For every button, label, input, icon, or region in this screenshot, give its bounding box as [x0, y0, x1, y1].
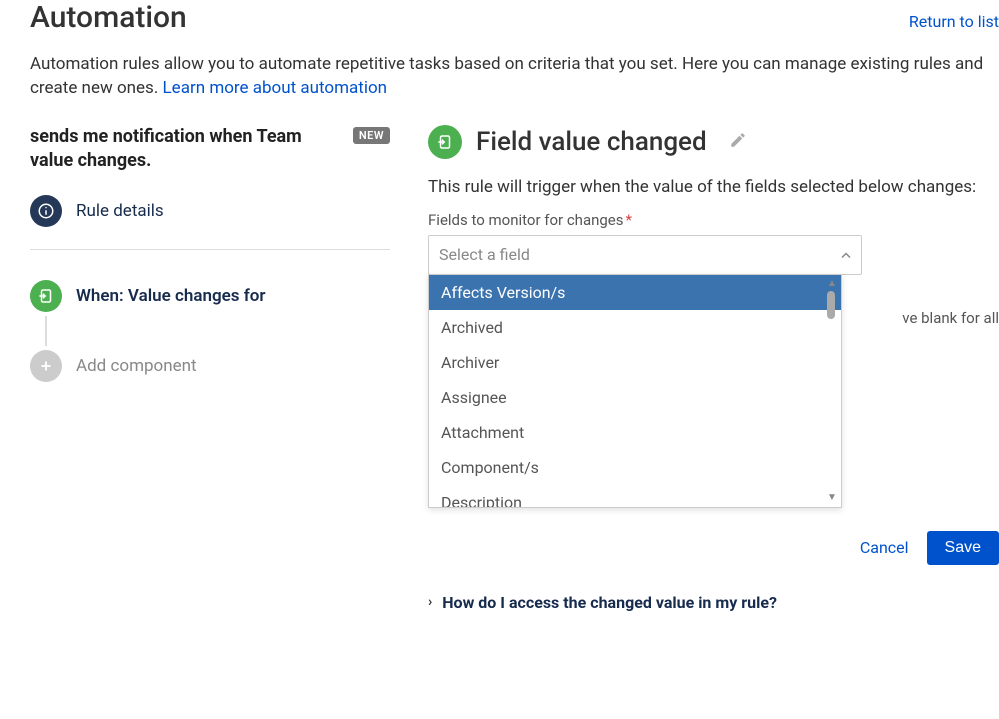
fields-to-monitor-label: Fields to monitor for changes* — [428, 211, 999, 229]
step-connector — [45, 316, 47, 346]
save-button[interactable]: Save — [927, 531, 999, 565]
scroll-up-arrow-icon: ▲ — [827, 279, 837, 289]
plus-icon — [30, 350, 62, 382]
field-option-attachment[interactable]: Attachment — [429, 415, 841, 450]
trigger-step-label: When: Value changes for — [76, 286, 266, 306]
dropdown-scrollbar[interactable]: ▲ ▼ — [825, 279, 839, 503]
add-component-label: Add component — [76, 356, 197, 376]
edit-icon[interactable] — [729, 131, 747, 153]
trigger-title: Field value changed — [476, 127, 707, 157]
info-icon — [30, 195, 62, 227]
fields-select-input[interactable]: Select a field — [428, 235, 862, 275]
field-option-assignee[interactable]: Assignee — [429, 380, 841, 415]
page-title: Automation — [30, 0, 187, 35]
select-placeholder: Select a field — [439, 245, 530, 264]
field-option-archived[interactable]: Archived — [429, 310, 841, 345]
field-option-affects-versions[interactable]: Affects Version/s — [429, 275, 841, 310]
field-option-components[interactable]: Component/s — [429, 450, 841, 485]
trigger-step[interactable]: When: Value changes for — [30, 280, 390, 312]
trigger-icon — [30, 280, 62, 312]
rule-details-label: Rule details — [76, 201, 164, 221]
help-accordion-label: How do I access the changed value in my … — [442, 593, 777, 612]
rule-details-step[interactable]: Rule details — [30, 195, 390, 227]
rule-steps-sidebar: sends me notification when Team value ch… — [30, 125, 400, 612]
leave-blank-hint-fragment: ve blank for all — [902, 309, 999, 327]
help-accordion[interactable]: › How do I access the changed value in m… — [428, 593, 999, 612]
new-badge: NEW — [353, 127, 390, 144]
divider — [30, 249, 390, 250]
rule-name: sends me notification when Team value ch… — [30, 125, 343, 174]
learn-more-link[interactable]: Learn more about automation — [163, 78, 388, 98]
field-option-archiver[interactable]: Archiver — [429, 345, 841, 380]
caret-up-icon — [841, 245, 851, 264]
add-component-step[interactable]: Add component — [30, 350, 390, 382]
chevron-right-icon: › — [428, 594, 432, 610]
trigger-description: This rule will trigger when the value of… — [428, 177, 999, 197]
trigger-header-icon — [428, 125, 462, 159]
fields-dropdown[interactable]: Affects Version/s Archived Archiver Assi… — [428, 274, 842, 508]
return-to-list-link[interactable]: Return to list — [909, 12, 999, 31]
required-asterisk: * — [626, 211, 632, 229]
cancel-button[interactable]: Cancel — [860, 538, 909, 557]
form-actions: Cancel Save — [428, 531, 999, 565]
scrollbar-thumb[interactable] — [827, 291, 835, 319]
scroll-down-arrow-icon: ▼ — [827, 493, 837, 503]
page-description: Automation rules allow you to automate r… — [30, 53, 999, 101]
field-option-description[interactable]: Description — [429, 485, 841, 507]
